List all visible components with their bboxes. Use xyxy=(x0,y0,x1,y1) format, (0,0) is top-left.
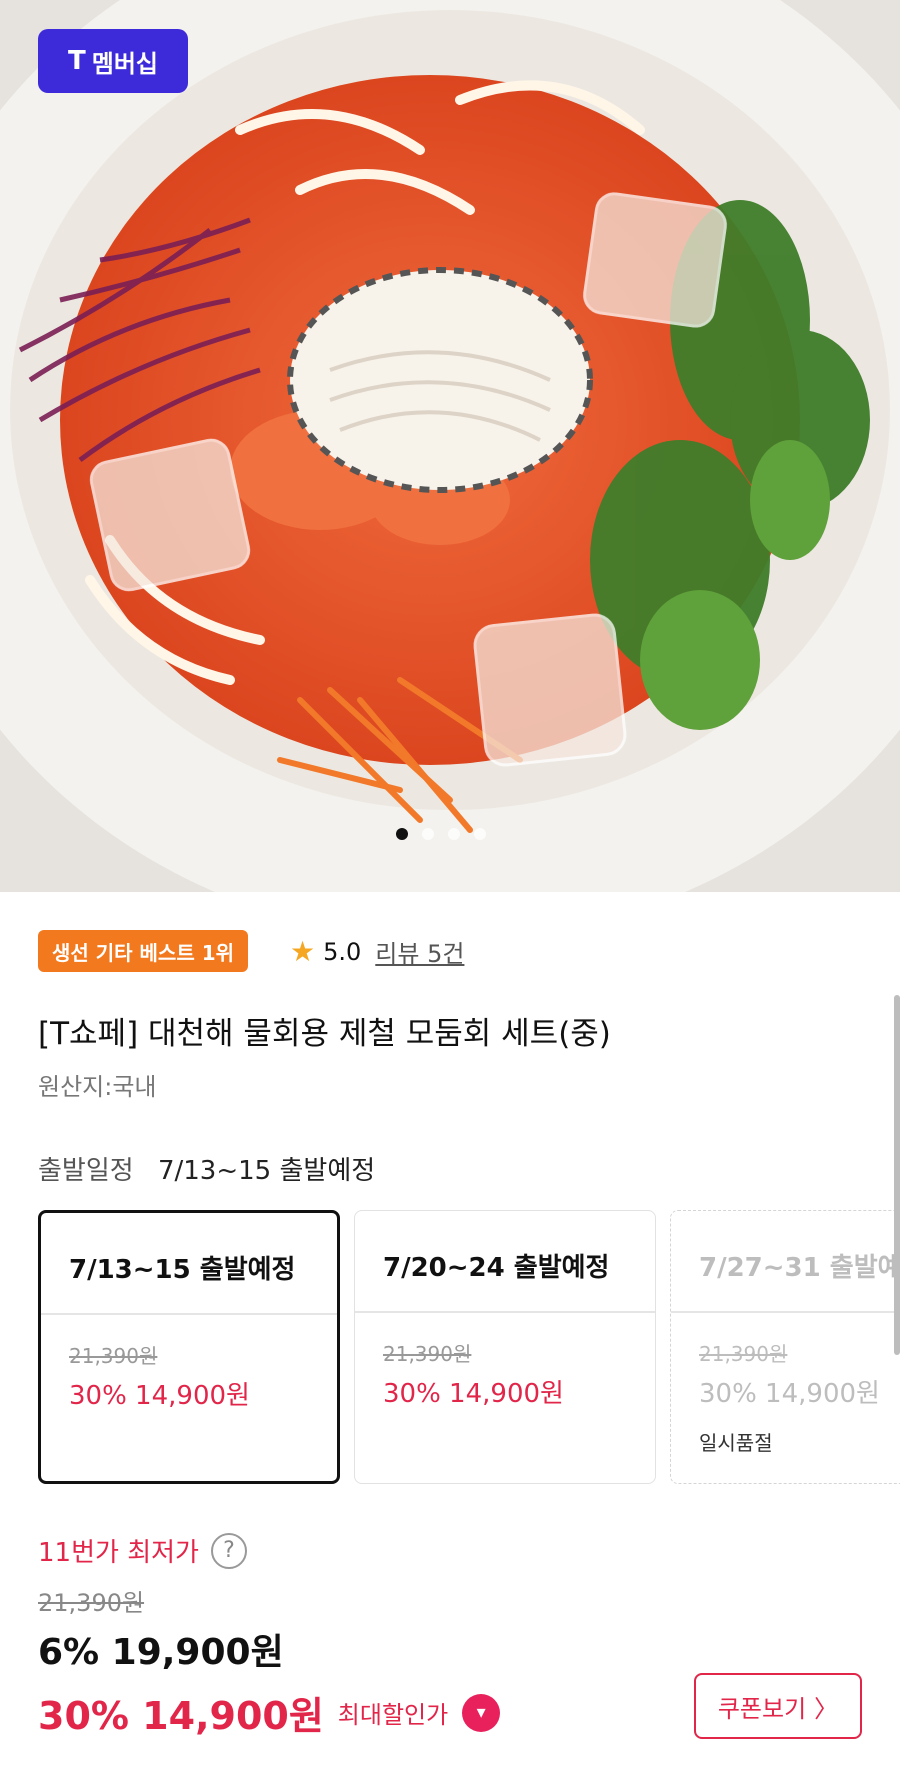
original-price: 21,390원 xyxy=(38,1589,145,1617)
carousel-dots[interactable] xyxy=(0,828,900,840)
rating: ★ 5.0 리뷰 5건 xyxy=(290,934,464,969)
membership-label: 멤버십 xyxy=(91,49,158,78)
option-date: 7/20~24 출발예정 xyxy=(383,1253,610,1283)
chevron-down-icon[interactable]: ▾ xyxy=(462,1693,501,1732)
schedule-options: 7/13~15 출발예정 21,390원 30% 14,900원 7/20~24… xyxy=(38,1210,900,1484)
product-photo xyxy=(0,0,900,892)
review-link[interactable]: 리뷰 5건 xyxy=(375,934,464,969)
option-original-price: 21,390원 xyxy=(699,1342,788,1366)
carousel-dot-2[interactable] xyxy=(422,828,434,840)
scrollbar[interactable] xyxy=(894,995,900,1355)
star-icon: ★ xyxy=(290,935,316,968)
divider xyxy=(671,1311,900,1313)
chevron-right-icon: 〉 xyxy=(814,1694,839,1723)
schedule-option-3[interactable]: 7/27~31 출발예정 21,390원 30% 14,900원 일시품절 xyxy=(670,1210,900,1484)
option-date: 7/13~15 출발예정 xyxy=(69,1255,296,1285)
sold-out-status: 일시품절 xyxy=(699,1431,773,1455)
membership-icon: T xyxy=(68,46,86,76)
option-original-price: 21,390원 xyxy=(69,1344,158,1368)
max-discount-label: 최대할인가 xyxy=(337,1701,449,1729)
option-original-price: 21,390원 xyxy=(383,1342,472,1366)
schedule-option-1[interactable]: 7/13~15 출발예정 21,390원 30% 14,900원 xyxy=(38,1210,340,1484)
origin-label: 원산지:국내 xyxy=(38,1073,157,1101)
lowest-price-label: 11번가 최저가 ? xyxy=(38,1532,247,1569)
option-date: 7/27~31 출발예정 xyxy=(699,1253,900,1283)
product-title: [T쇼페] 대천해 물회용 제철 모둠회 세트(중) xyxy=(38,1016,611,1052)
schedule-option-2[interactable]: 7/20~24 출발예정 21,390원 30% 14,900원 xyxy=(354,1210,656,1484)
divider xyxy=(355,1311,655,1313)
membership-badge: T 멤버십 xyxy=(38,29,188,93)
max-discount-price: 30% 14,900원 최대할인가 ▾ xyxy=(38,1685,501,1740)
schedule-label: 출발일정 xyxy=(38,1156,134,1186)
discount-price-30: 30% 14,900원 xyxy=(38,1694,324,1738)
option-sale-price: 30% 14,900원 xyxy=(69,1381,250,1411)
coupon-button[interactable]: 쿠폰보기 〉 xyxy=(694,1673,862,1739)
product-image-carousel[interactable]: T 멤버십 xyxy=(0,0,900,892)
carousel-dot-4[interactable] xyxy=(474,828,486,840)
discount-price-6: 6% 19,900원 xyxy=(38,1632,284,1673)
divider xyxy=(41,1313,337,1315)
option-sale-price: 30% 14,900원 xyxy=(699,1379,880,1409)
help-icon[interactable]: ? xyxy=(210,1532,247,1569)
schedule-value: 7/13~15 출발예정 xyxy=(157,1156,376,1186)
lowest-price-text: 11번가 최저가 xyxy=(38,1538,199,1568)
carousel-dot-3[interactable] xyxy=(448,828,460,840)
carousel-dot-1[interactable] xyxy=(396,828,408,840)
rating-value: 5.0 xyxy=(323,937,362,966)
best-seller-badge: 생선 기타 베스트 1위 xyxy=(38,930,249,972)
coupon-button-label: 쿠폰보기 xyxy=(717,1694,807,1723)
option-sale-price: 30% 14,900원 xyxy=(383,1379,564,1409)
departure-schedule: 출발일정 7/13~15 출발예정 xyxy=(38,1150,375,1187)
